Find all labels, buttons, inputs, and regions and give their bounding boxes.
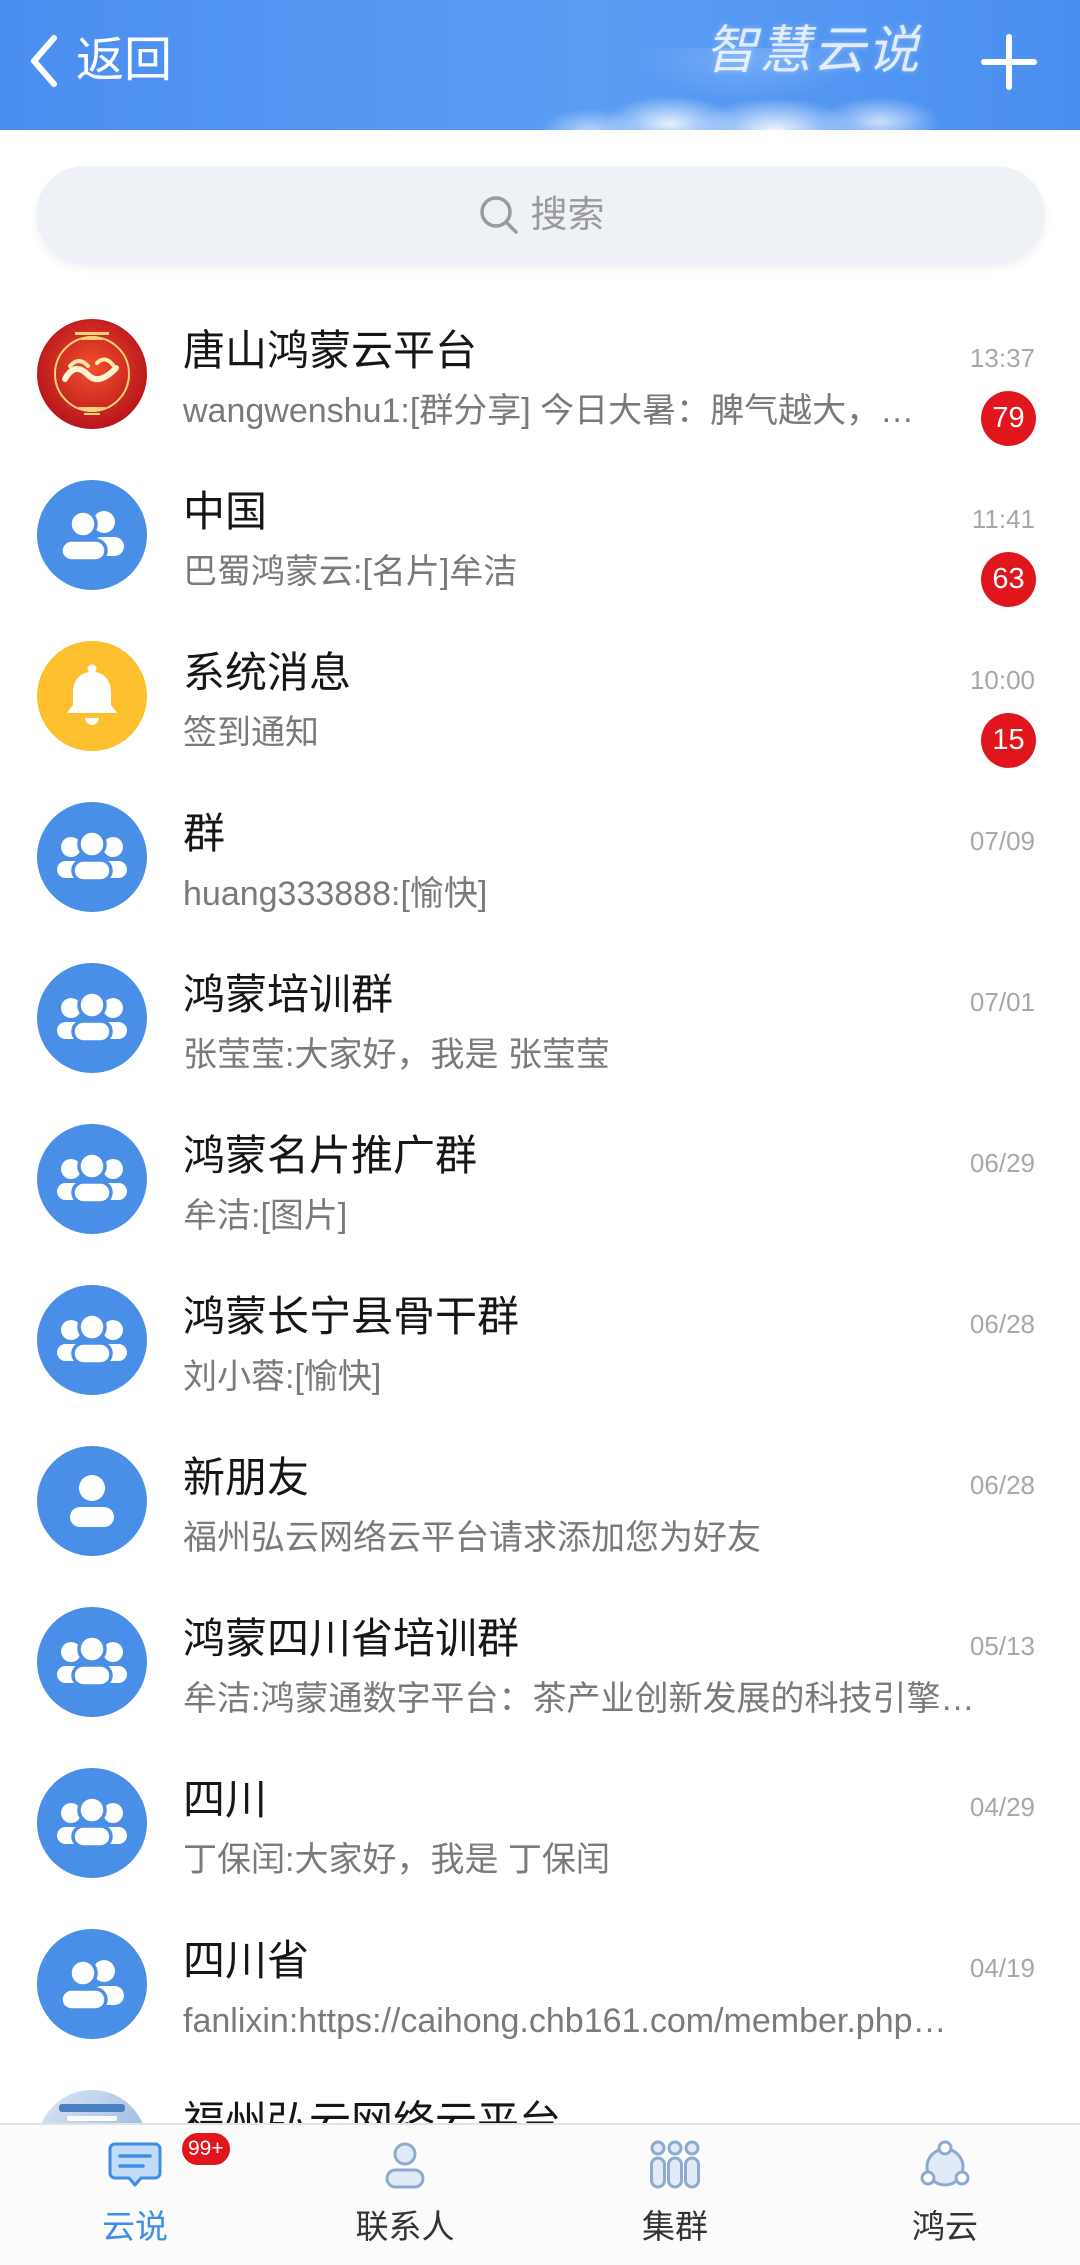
- conversation-title: 鸿蒙四川省培训群: [183, 1615, 520, 1662]
- back-label: 返回: [76, 34, 173, 87]
- conversation-preview: 福州弘云网络云平台请求添加您为好友: [183, 1519, 761, 1557]
- tab-chat[interactable]: 云说 99+: [0, 2125, 270, 2265]
- conversation-time: 07/09: [969, 826, 1035, 856]
- conversation-preview: 牟洁:[图片]: [183, 1197, 348, 1235]
- group-icon: [37, 802, 147, 912]
- conversation-preview: 牟洁:鸿蒙通数字平台：茶产业创新发展的科技引擎…: [183, 1680, 975, 1718]
- conversation-time: 06/28: [969, 1309, 1035, 1339]
- search-placeholder: 搜索: [530, 194, 605, 235]
- unread-badge: 15: [981, 713, 1036, 768]
- conversation-row[interactable]: 鸿蒙培训群张莹莹:大家好，我是 张莹莹 07/01: [0, 937, 1080, 1098]
- group-icon: [37, 1607, 147, 1717]
- conversation-time: 05/13: [969, 1631, 1035, 1661]
- contacts-icon: [375, 2135, 435, 2195]
- conversation-time: 04/29: [969, 1792, 1035, 1822]
- conversation-row[interactable]: 中国巴蜀鸿蒙云:[名片]牟洁 11:41 63: [0, 454, 1080, 615]
- search-icon: [479, 196, 518, 234]
- conversation-preview: 刘小蓉:[愉快]: [183, 1358, 382, 1396]
- conversation-row[interactable]: 唐山鸿蒙云平台 wangwenshu1:[群分享] 今日大暑：脾气越大，… 13:3…: [0, 293, 1080, 454]
- top-app-bar: 智慧云说 返回: [0, 0, 1080, 130]
- conversation-title: 鸿蒙长宁县骨干群: [183, 1293, 520, 1340]
- tab-label: 集群: [642, 2208, 708, 2245]
- conversation-preview: huang333888:[愉快]: [183, 875, 488, 913]
- conversation-preview: 丁保闰:大家好，我是 丁保闰: [183, 1841, 610, 1879]
- group-icon: [37, 963, 147, 1073]
- conversation-title: 四川省: [183, 1937, 310, 1984]
- chat-icon: [105, 2135, 165, 2195]
- cluster-icon: [645, 2135, 705, 2195]
- conversation-row[interactable]: 四川丁保闰:大家好，我是 丁保闰 04/29: [0, 1742, 1080, 1903]
- tab-contacts[interactable]: 联系人: [270, 2125, 540, 2265]
- add-button[interactable]: [980, 33, 1038, 91]
- conversation-title: 鸿蒙名片推广群: [183, 1132, 478, 1179]
- group-icon: [37, 1285, 147, 1395]
- conversation-row[interactable]: 鸿蒙长宁县骨干群刘小蓉:[愉快] 06/28: [0, 1259, 1080, 1420]
- conversation-title: 中国: [183, 488, 268, 535]
- conversation-time: 11:41: [971, 504, 1035, 534]
- tab-label: 鸿云: [912, 2208, 978, 2245]
- tab-unread-badge: 99+: [180, 2131, 232, 2167]
- conversation-row[interactable]: 新朋友福州弘云网络云平台请求添加您为好友 06/28: [0, 1420, 1080, 1581]
- logo-image: [37, 319, 147, 429]
- conversation-preview: wangwenshu1:[群分享] 今日大暑：脾气越大，…: [183, 392, 915, 430]
- conversation-title: 新朋友: [183, 1454, 310, 1501]
- conversation-list: 唐山鸿蒙云平台 wangwenshu1:[群分享] 今日大暑：脾气越大，… 13:3…: [0, 293, 1080, 2225]
- conversation-time: 07/01: [969, 987, 1035, 1017]
- conversation-row[interactable]: 四川省 fanlixin:https://caihong.chb161.com/m…: [0, 1903, 1080, 2064]
- two-person-icon: [37, 1929, 147, 2039]
- bell-icon: [37, 641, 147, 751]
- tab-label: 云说: [102, 2208, 168, 2245]
- conversation-time: 06/29: [969, 1148, 1035, 1178]
- conversation-row[interactable]: 系统消息签到通知 10:00 15: [0, 615, 1080, 776]
- tab-cluster[interactable]: 集群: [540, 2125, 810, 2265]
- unread-badge: 79: [981, 391, 1036, 446]
- tab-label: 联系人: [355, 2208, 455, 2245]
- plus-icon: [981, 34, 1037, 90]
- conversation-title: 群: [183, 810, 226, 857]
- conversation-title: 唐山鸿蒙云平台: [183, 327, 478, 374]
- conversation-title: 四川: [183, 1776, 268, 1823]
- back-button[interactable]: 返回: [26, 25, 172, 97]
- conversation-time: 06/28: [969, 1470, 1035, 1500]
- conversation-title: 系统消息: [183, 649, 352, 696]
- conversation-row[interactable]: 鸿蒙名片推广群牟洁:[图片] 06/29: [0, 1098, 1080, 1259]
- bottom-tab-bar: 云说 99+ 联系人 集群 鸿云: [0, 2123, 1080, 2265]
- person-icon: [37, 1446, 147, 1556]
- header-banner-text: 智慧云说: [705, 21, 922, 81]
- group-icon: [37, 1124, 147, 1234]
- conversation-preview: 张莹莹:大家好，我是 张莹莹: [183, 1036, 610, 1074]
- conversation-preview: fanlixin:https://caihong.chb161.com/memb…: [183, 2002, 947, 2040]
- network-icon: [915, 2135, 975, 2195]
- conversation-time: 10:00: [969, 665, 1035, 695]
- conversation-time: 13:37: [969, 343, 1035, 373]
- conversation-row[interactable]: 鸿蒙四川省培训群牟洁:鸿蒙通数字平台：茶产业创新发展的科技引擎… 05/13: [0, 1581, 1080, 1742]
- conversation-row[interactable]: 群 huang333888:[愉快] 07/09: [0, 776, 1080, 937]
- conversation-preview: 巴蜀鸿蒙云:[名片]牟洁: [183, 553, 518, 591]
- group-icon: [37, 1768, 147, 1878]
- tab-network[interactable]: 鸿云: [810, 2125, 1080, 2265]
- two-person-icon: [37, 480, 147, 590]
- unread-badge: 63: [981, 552, 1036, 607]
- search-bar[interactable]: 搜索: [36, 166, 1045, 264]
- chevron-left-icon: [31, 35, 57, 87]
- conversation-time: 04/19: [969, 1953, 1035, 1983]
- conversation-preview: 签到通知: [183, 714, 319, 752]
- conversation-title: 鸿蒙培训群: [183, 971, 394, 1018]
